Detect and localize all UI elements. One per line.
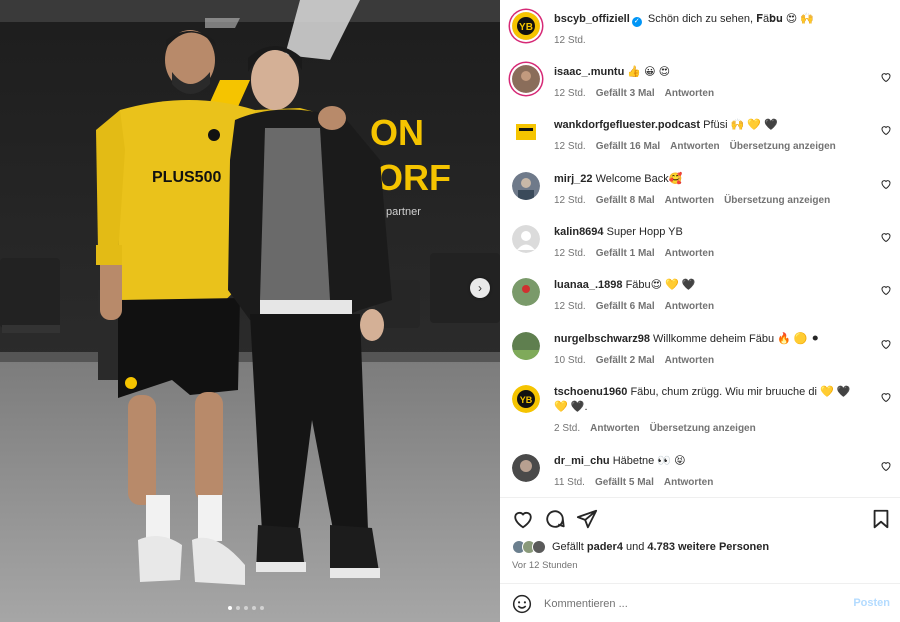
like-comment-heart-icon[interactable]	[880, 338, 892, 350]
likes-others[interactable]: 4.783 weitere Personen	[647, 541, 769, 553]
translate-button[interactable]: Übersetzung anzeigen	[724, 193, 830, 208]
comment-username[interactable]: luanaa_.1898	[554, 279, 623, 291]
wall-text-partner: partner	[386, 206, 421, 218]
svg-text:PLUS500: PLUS500	[152, 169, 221, 186]
carousel-dot	[228, 606, 232, 610]
share-send-icon[interactable]	[576, 508, 598, 530]
like-comment-heart-icon[interactable]	[880, 391, 892, 403]
comment-likes[interactable]: Gefällt 5 Mal	[595, 475, 654, 490]
comment-text: Häbetne 👀 😝	[612, 455, 686, 467]
comment-likes[interactable]: Gefällt 3 Mal	[596, 86, 655, 101]
bookmark-icon[interactable]	[870, 508, 892, 530]
like-comment-heart-icon[interactable]	[880, 71, 892, 83]
comments-panel: YB bscyb_offiziell ✓ Schön dich zu sehen,…	[500, 0, 900, 622]
comment-username[interactable]: dr_mi_chu	[554, 455, 610, 467]
carousel-indicator	[228, 606, 264, 610]
verified-badge-icon: ✓	[631, 17, 642, 27]
commenter-avatar[interactable]	[512, 172, 540, 200]
author-avatar[interactable]: YB	[512, 12, 540, 40]
comment-username[interactable]: mirj_22	[554, 173, 593, 185]
comment-time[interactable]: 2 Std.	[554, 421, 580, 436]
liker-avatar	[532, 540, 546, 554]
likes-prefix: Gefällt	[552, 541, 584, 553]
chevron-right-icon: ›	[478, 281, 482, 295]
comment-username[interactable]: isaac_.muntu	[554, 66, 624, 78]
comment-bubble-icon[interactable]	[544, 508, 566, 530]
post-comment-button[interactable]: Posten	[853, 597, 890, 609]
comment-time[interactable]: 12 Std.	[554, 139, 586, 154]
svg-text:YB: YB	[519, 22, 533, 33]
commenter-avatar[interactable]	[512, 454, 540, 482]
like-heart-icon[interactable]	[512, 508, 534, 530]
commenter-avatar[interactable]	[512, 332, 540, 360]
comment-likes[interactable]: Gefällt 16 Mal	[596, 139, 660, 154]
likes-summary[interactable]: Gefällt pader4 und 4.783 weitere Persone…	[512, 540, 769, 554]
emoji-picker-icon[interactable]	[512, 594, 532, 614]
reply-button[interactable]: Antworten	[665, 86, 714, 101]
post-actions: Gefällt pader4 und 4.783 weitere Persone…	[500, 497, 900, 583]
comment-composer: Posten	[500, 583, 900, 622]
commenter-avatar[interactable]: YB	[512, 385, 540, 413]
carousel-dot	[260, 606, 264, 610]
comment-likes[interactable]: Gefällt 8 Mal	[596, 193, 655, 208]
comment-likes[interactable]: Gefällt 6 Mal	[596, 299, 655, 314]
comment-username[interactable]: nurgelbschwarz98	[554, 333, 650, 345]
author-username[interactable]: bscyb_offiziell	[554, 13, 630, 25]
like-comment-heart-icon[interactable]	[880, 178, 892, 190]
caption-time[interactable]: 12 Std.	[554, 33, 586, 48]
reply-button[interactable]: Antworten	[665, 353, 714, 368]
comment-text: 👍 😀 😍	[627, 66, 671, 78]
reply-button[interactable]: Antworten	[664, 475, 713, 490]
comment-text: Willkomme deheim Fäbu 🔥 🟡 ⚫	[653, 333, 820, 345]
caption-text: Schön dich zu sehen, 𝐅ä𝐛𝐮 😍 🙌	[647, 13, 815, 25]
svg-text:YB: YB	[520, 395, 533, 405]
photo-image: ON ORF partner PLUS500	[0, 0, 500, 622]
reply-button[interactable]: Antworten	[670, 139, 719, 154]
comment-username[interactable]: wankdorfgefluester.podcast	[554, 119, 700, 131]
comment-text: Welcome Back🥰	[595, 173, 683, 185]
wall-text-top: ON	[370, 112, 424, 153]
wall-text-bottom: ORF	[375, 157, 451, 198]
comment-text: Pfüsi 🙌 💛 🖤	[703, 119, 778, 131]
carousel-dot	[244, 606, 248, 610]
like-comment-heart-icon[interactable]	[880, 460, 892, 472]
comment-likes[interactable]: Gefällt 2 Mal	[596, 353, 655, 368]
reply-button[interactable]: Antworten	[665, 299, 714, 314]
reply-button[interactable]: Antworten	[665, 246, 714, 261]
likes-connector: und	[626, 541, 645, 553]
translate-button[interactable]: Übersetzung anzeigen	[650, 421, 756, 436]
post-timestamp[interactable]: Vor 12 Stunden	[512, 560, 578, 571]
next-image-button[interactable]: ›	[470, 278, 490, 298]
commenter-avatar[interactable]	[512, 65, 540, 93]
comment-text: Fäbu😍 💛 🖤	[625, 279, 696, 291]
comment-time[interactable]: 12 Std.	[554, 86, 586, 101]
comment-time[interactable]: 12 Std.	[554, 193, 586, 208]
comment-time[interactable]: 12 Std.	[554, 246, 586, 261]
post-photo[interactable]: ON ORF partner PLUS500 ›	[0, 0, 500, 622]
comment-username[interactable]: tschoenu1960	[554, 386, 627, 398]
translate-button[interactable]: Übersetzung anzeigen	[730, 139, 836, 154]
comments-list[interactable]: YB bscyb_offiziell ✓ Schön dich zu sehen,…	[500, 0, 900, 497]
like-comment-heart-icon[interactable]	[880, 284, 892, 296]
like-comment-heart-icon[interactable]	[880, 231, 892, 243]
liker-username[interactable]: pader4	[587, 541, 623, 553]
commenter-avatar[interactable]	[512, 118, 540, 146]
comment-time[interactable]: 10 Std.	[554, 353, 586, 368]
commenter-avatar[interactable]	[512, 278, 540, 306]
comment-time[interactable]: 12 Std.	[554, 299, 586, 314]
carousel-dot	[252, 606, 256, 610]
reply-button[interactable]: Antworten	[665, 193, 714, 208]
comment-username[interactable]: kalin8694	[554, 226, 604, 238]
reply-button[interactable]: Antworten	[590, 421, 639, 436]
like-comment-heart-icon[interactable]	[880, 124, 892, 136]
comment-text: Super Hopp YB	[606, 226, 683, 238]
comment-likes[interactable]: Gefällt 1 Mal	[596, 246, 655, 261]
comment-time[interactable]: 11 Std.	[554, 475, 585, 490]
commenter-avatar[interactable]	[512, 225, 540, 253]
carousel-dot	[236, 606, 240, 610]
comment-input[interactable]	[544, 593, 844, 615]
